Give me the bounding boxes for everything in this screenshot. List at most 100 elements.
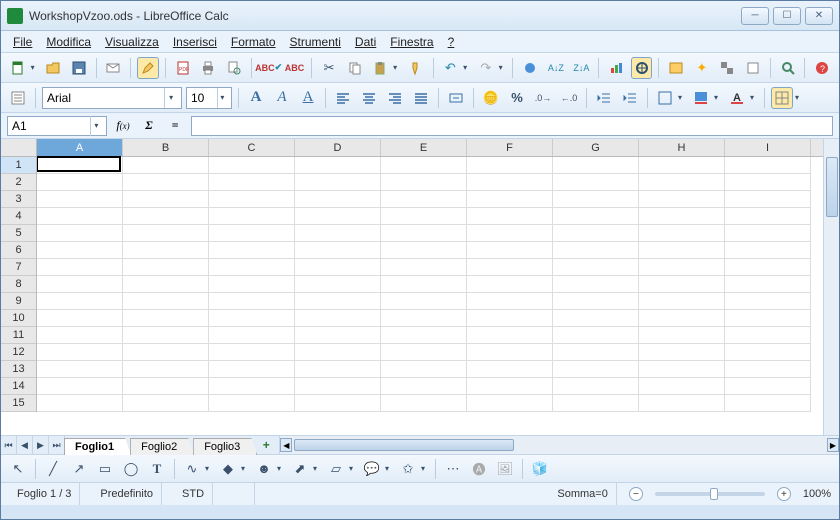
font-size-input[interactable] bbox=[191, 91, 217, 105]
cell[interactable] bbox=[639, 395, 725, 412]
from-file-icon[interactable]: 🖼 bbox=[494, 458, 516, 480]
cell[interactable] bbox=[467, 242, 553, 259]
cell[interactable] bbox=[37, 344, 123, 361]
zoom-slider[interactable] bbox=[655, 492, 765, 496]
cell[interactable] bbox=[209, 276, 295, 293]
hscroll-left-icon[interactable]: ◀ bbox=[280, 438, 292, 452]
cell[interactable] bbox=[295, 395, 381, 412]
hyperlink-icon[interactable] bbox=[519, 57, 541, 79]
remove-decimal-icon[interactable]: ←.0 bbox=[558, 87, 580, 109]
cell[interactable] bbox=[37, 310, 123, 327]
zoom-out-button[interactable]: − bbox=[629, 487, 643, 501]
row-header[interactable]: 12 bbox=[1, 344, 36, 361]
cell[interactable] bbox=[295, 327, 381, 344]
align-justify-icon[interactable] bbox=[410, 87, 432, 109]
row-header[interactable]: 7 bbox=[1, 259, 36, 276]
status-sheet[interactable]: Foglio 1 / 3 bbox=[9, 483, 80, 505]
close-button[interactable]: ✕ bbox=[805, 7, 833, 25]
cell[interactable] bbox=[553, 344, 639, 361]
menu-visualizza[interactable]: Visualizza bbox=[99, 33, 165, 51]
fontcolor-dropdown[interactable]: ▾ bbox=[750, 93, 758, 102]
cell[interactable] bbox=[639, 208, 725, 225]
row-header[interactable]: 11 bbox=[1, 327, 36, 344]
find-icon[interactable] bbox=[777, 57, 799, 79]
zoom-icon[interactable] bbox=[717, 57, 739, 79]
cell[interactable] bbox=[467, 361, 553, 378]
cell[interactable] bbox=[295, 242, 381, 259]
cell[interactable] bbox=[725, 225, 811, 242]
redo-dropdown[interactable]: ▾ bbox=[499, 63, 507, 72]
cell[interactable] bbox=[295, 378, 381, 395]
sum-icon[interactable]: Σ bbox=[139, 116, 159, 136]
cell[interactable] bbox=[553, 157, 639, 174]
cell[interactable] bbox=[381, 310, 467, 327]
formula-input[interactable] bbox=[196, 117, 828, 131]
new-dropdown[interactable]: ▾ bbox=[31, 63, 39, 72]
function-wizard-icon[interactable]: f(x) bbox=[113, 116, 133, 136]
add-decimal-icon[interactable]: .0→ bbox=[532, 87, 554, 109]
align-right-icon[interactable] bbox=[384, 87, 406, 109]
cell[interactable] bbox=[639, 259, 725, 276]
cell[interactable] bbox=[553, 395, 639, 412]
callout-icon[interactable]: 💬 bbox=[361, 458, 383, 480]
cell[interactable] bbox=[467, 276, 553, 293]
cell[interactable] bbox=[123, 361, 209, 378]
cell[interactable] bbox=[467, 157, 553, 174]
cell[interactable] bbox=[37, 191, 123, 208]
name-box[interactable]: ▾ bbox=[7, 116, 107, 136]
hscroll-thumb[interactable] bbox=[294, 439, 514, 451]
cell[interactable] bbox=[467, 310, 553, 327]
cell[interactable] bbox=[295, 344, 381, 361]
cell[interactable] bbox=[467, 225, 553, 242]
menu-finestra[interactable]: Finestra bbox=[384, 33, 439, 51]
styles-icon[interactable] bbox=[742, 57, 764, 79]
rectangle-icon[interactable]: ▭ bbox=[94, 458, 116, 480]
cell[interactable] bbox=[295, 174, 381, 191]
cell[interactable] bbox=[381, 242, 467, 259]
cell[interactable] bbox=[725, 276, 811, 293]
cell[interactable] bbox=[37, 327, 123, 344]
cell[interactable] bbox=[295, 208, 381, 225]
cell[interactable] bbox=[209, 208, 295, 225]
copy-icon[interactable] bbox=[344, 57, 366, 79]
paste-dropdown[interactable]: ▾ bbox=[393, 63, 401, 72]
cell[interactable] bbox=[209, 225, 295, 242]
cell[interactable] bbox=[553, 225, 639, 242]
row-header[interactable]: 9 bbox=[1, 293, 36, 310]
curve-icon[interactable]: ∿ bbox=[181, 458, 203, 480]
name-box-dropdown[interactable]: ▾ bbox=[90, 116, 102, 136]
decrease-indent-icon[interactable] bbox=[593, 87, 615, 109]
bgcolor-dropdown[interactable]: ▾ bbox=[714, 93, 722, 102]
cell[interactable] bbox=[209, 344, 295, 361]
cell[interactable] bbox=[725, 293, 811, 310]
open-icon[interactable] bbox=[42, 57, 64, 79]
cell[interactable] bbox=[209, 293, 295, 310]
equals-icon[interactable]: = bbox=[165, 116, 185, 136]
cell[interactable] bbox=[639, 157, 725, 174]
hscroll-right-icon[interactable]: ▶ bbox=[827, 438, 839, 452]
cell[interactable] bbox=[381, 395, 467, 412]
line-icon[interactable]: ╱ bbox=[42, 458, 64, 480]
font-name-dropdown[interactable]: ▾ bbox=[164, 88, 177, 108]
ellipse-icon[interactable]: ◯ bbox=[120, 458, 142, 480]
datasources-icon[interactable]: ✦ bbox=[691, 57, 713, 79]
cell[interactable] bbox=[295, 361, 381, 378]
cell[interactable] bbox=[381, 259, 467, 276]
sheet-tab[interactable]: Foglio1 bbox=[64, 438, 131, 455]
font-name-combo[interactable]: ▾ bbox=[42, 87, 182, 109]
cell[interactable] bbox=[467, 344, 553, 361]
cell[interactable] bbox=[37, 378, 123, 395]
cell[interactable] bbox=[639, 174, 725, 191]
column-header[interactable]: F bbox=[467, 139, 553, 156]
zoom-percent[interactable]: 100% bbox=[803, 488, 831, 500]
cell[interactable] bbox=[553, 276, 639, 293]
cell[interactable] bbox=[37, 242, 123, 259]
column-header[interactable]: E bbox=[381, 139, 467, 156]
tab-prev-icon[interactable]: ◀ bbox=[17, 436, 33, 454]
cell[interactable] bbox=[553, 174, 639, 191]
cell[interactable] bbox=[639, 344, 725, 361]
sort-asc-icon[interactable]: A↓Z bbox=[545, 57, 567, 79]
horizontal-scrollbar[interactable]: ◀ ▶ bbox=[279, 436, 839, 454]
tab-first-icon[interactable]: ⏮ bbox=[1, 436, 17, 454]
row-header[interactable]: 10 bbox=[1, 310, 36, 327]
